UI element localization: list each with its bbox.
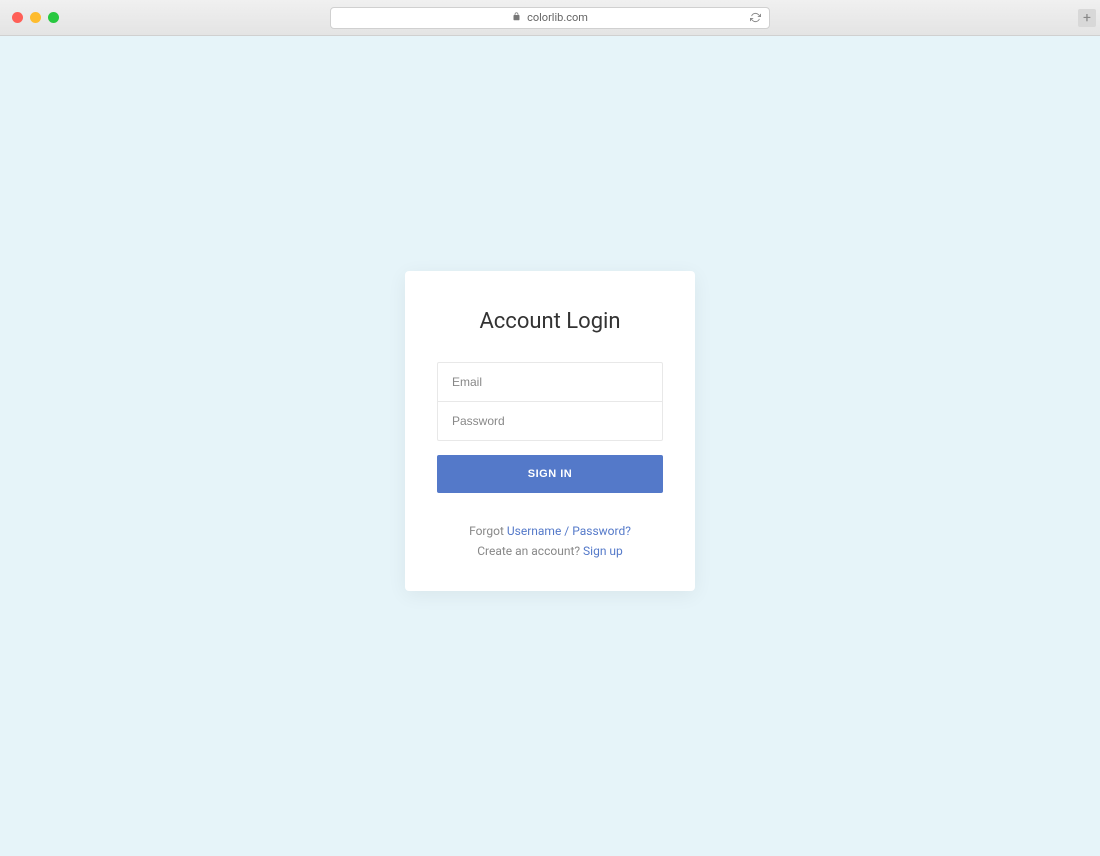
signup-link[interactable]: Sign up [583, 544, 623, 558]
refresh-icon[interactable] [750, 12, 761, 23]
login-card: Account Login SIGN IN Forgot Username / … [405, 271, 695, 592]
input-group [437, 362, 663, 441]
new-tab-button[interactable]: + [1078, 9, 1096, 27]
window-controls [12, 12, 59, 23]
page-content: Account Login SIGN IN Forgot Username / … [0, 36, 1100, 856]
help-links: Forgot Username / Password? Create an ac… [437, 521, 663, 562]
close-window-button[interactable] [12, 12, 23, 23]
forgot-link[interactable]: Username / Password? [507, 524, 631, 538]
create-prefix: Create an account? [477, 544, 583, 558]
signin-button[interactable]: SIGN IN [437, 455, 663, 493]
url-text: colorlib.com [527, 11, 588, 24]
browser-chrome: colorlib.com + [0, 0, 1100, 36]
password-input[interactable] [438, 402, 662, 440]
login-title: Account Login [437, 309, 663, 334]
maximize-window-button[interactable] [48, 12, 59, 23]
minimize-window-button[interactable] [30, 12, 41, 23]
lock-icon [512, 11, 521, 24]
forgot-prefix: Forgot [469, 524, 507, 538]
email-input[interactable] [438, 363, 662, 402]
plus-icon: + [1083, 10, 1091, 26]
url-bar[interactable]: colorlib.com [330, 7, 770, 29]
